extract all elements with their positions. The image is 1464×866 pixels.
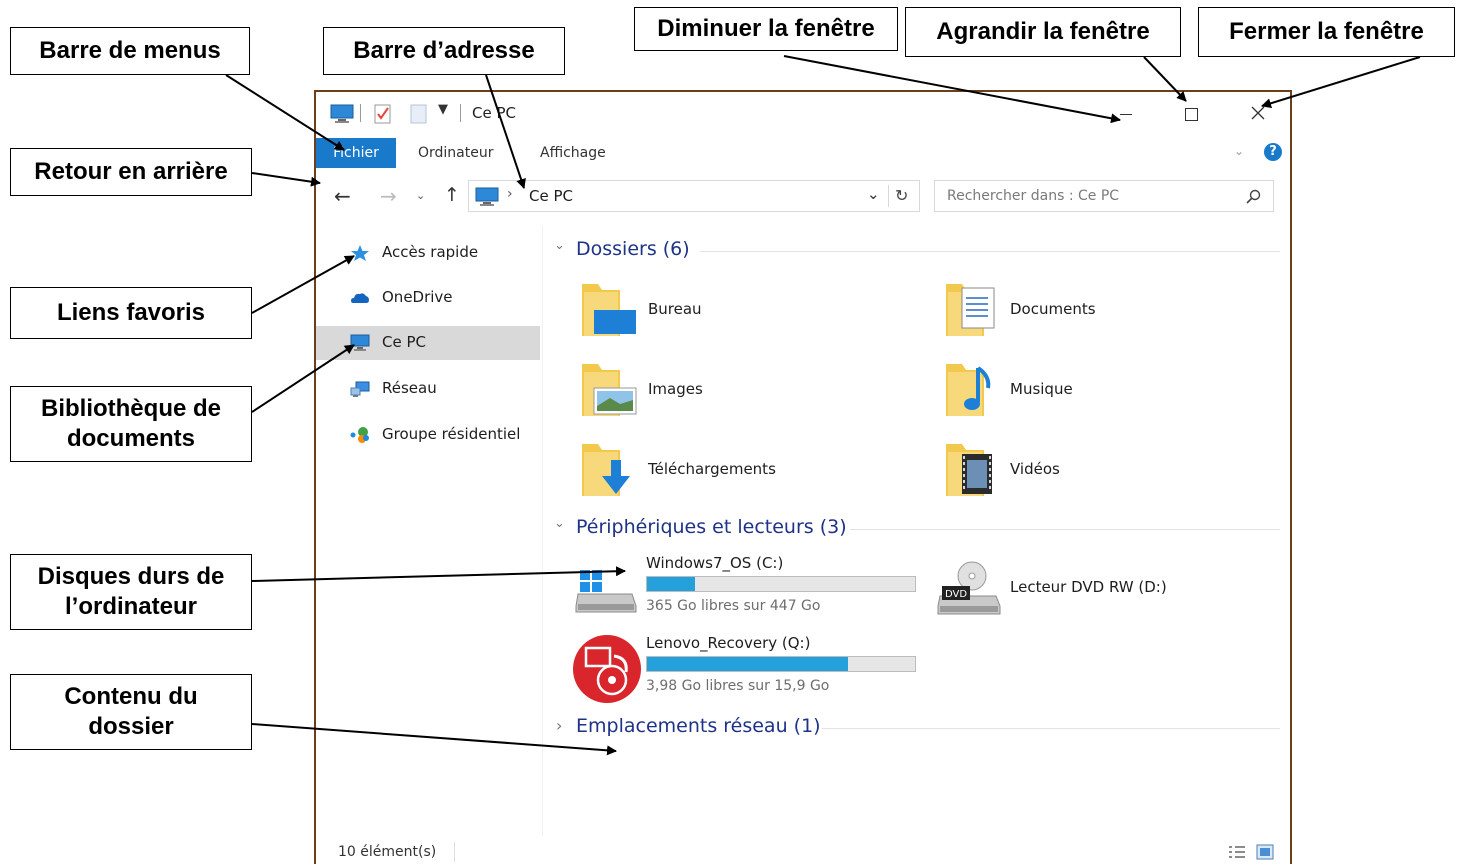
arrow-liens-favoris [251, 255, 355, 314]
arrow-bibliotheque [251, 344, 355, 413]
arrow-contenu-dossier [251, 723, 617, 756]
arrow-disques-durs [251, 566, 626, 582]
arrow-diminuer [783, 55, 1121, 124]
arrow-barre-de-menus [225, 74, 345, 151]
arrow-retour [251, 172, 321, 187]
arrow-fermer [1261, 56, 1421, 109]
annotation-arrows [225, 55, 1421, 756]
arrow-agrandir [1143, 56, 1187, 102]
arrow-barre-adresse [485, 74, 526, 189]
